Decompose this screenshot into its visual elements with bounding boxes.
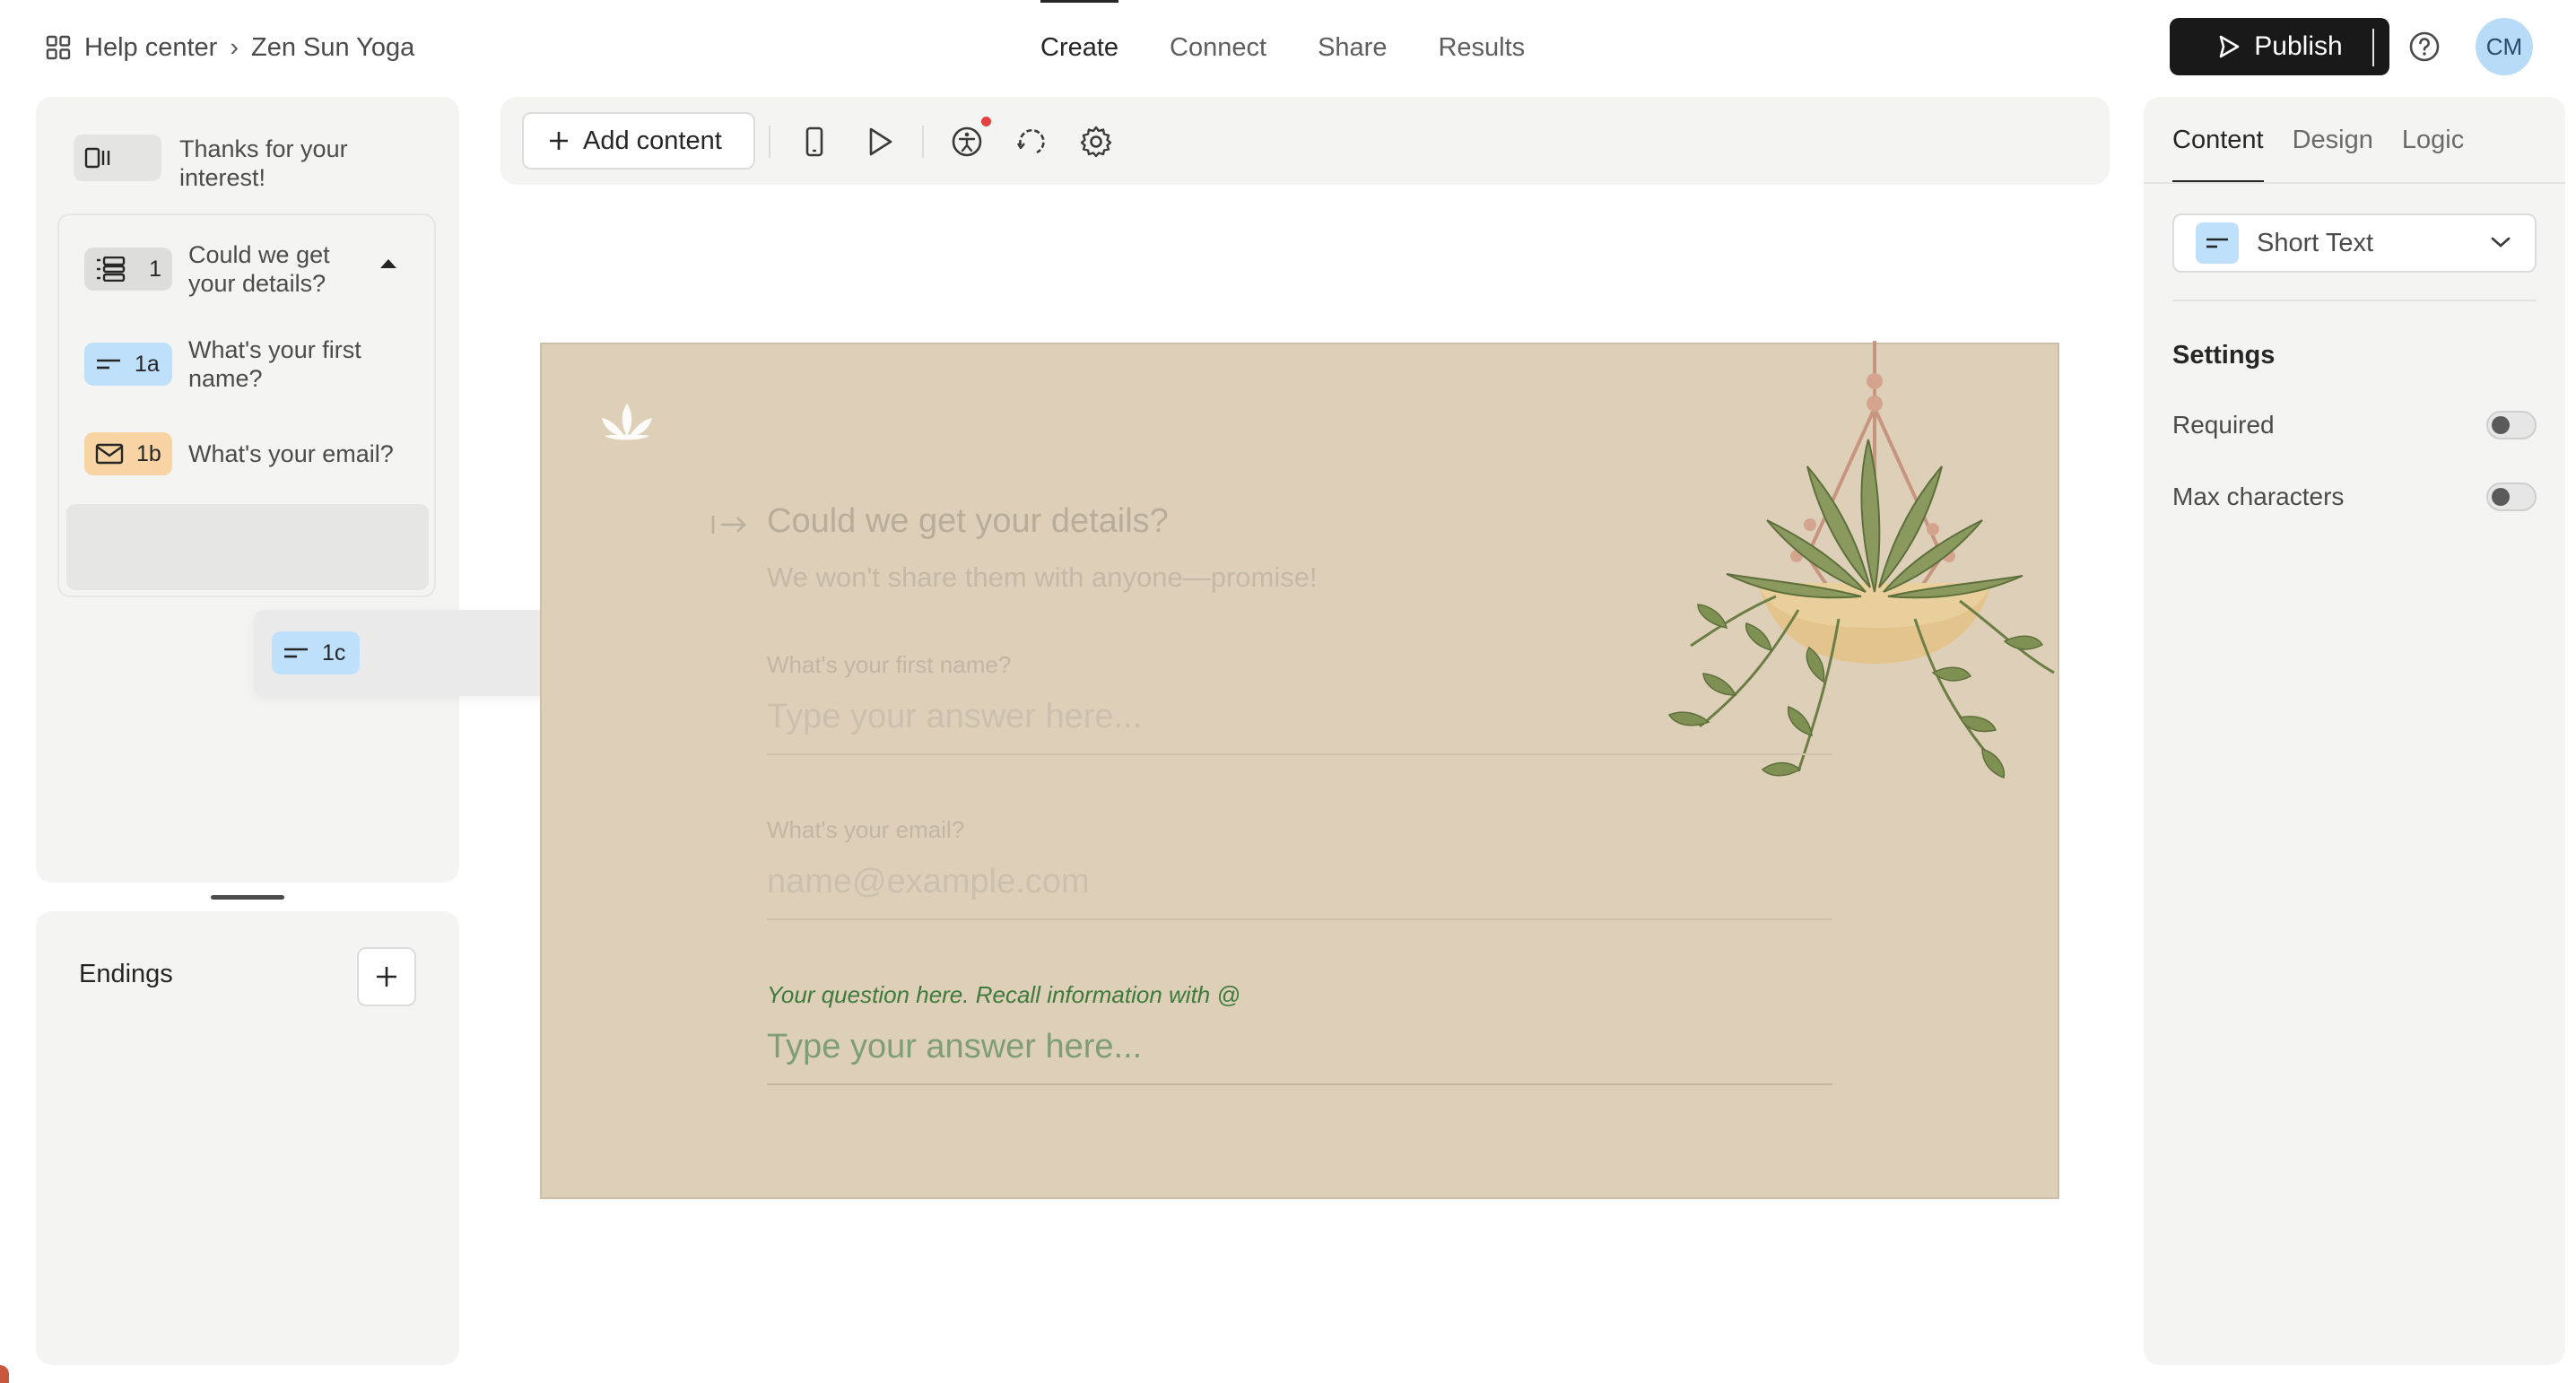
question-number: 1b: [136, 440, 161, 466]
max-characters-label: Max characters: [2172, 483, 2345, 510]
email-field[interactable]: name@example.com: [767, 863, 1090, 901]
window-corner-accent: [0, 1365, 9, 1383]
short-text-icon: [283, 644, 309, 662]
question-label: What's your first name?: [188, 336, 361, 392]
tab-results[interactable]: Results: [1438, 0, 1525, 95]
collapse-caret-icon[interactable]: [379, 257, 398, 269]
settings-divider: [2172, 300, 2537, 301]
question-item-email[interactable]: 1b What's your email?: [84, 432, 394, 475]
form-group-title: Could we get your details?: [767, 502, 1169, 540]
tab-connect[interactable]: Connect: [1170, 0, 1266, 95]
header-divider: [2372, 29, 2374, 66]
form-group-subtitle: We won't share them with anyone—promise!: [767, 561, 1318, 593]
plus-icon: [547, 129, 570, 152]
question-arrow-icon: [710, 511, 750, 538]
tab-share[interactable]: Share: [1318, 0, 1387, 95]
breadcrumb-current[interactable]: Zen Sun Yoga: [251, 33, 414, 63]
loop-icon[interactable]: [1014, 124, 1049, 160]
lotus-logo: [599, 402, 655, 443]
toolbar-divider: [769, 126, 770, 158]
help-circle-icon[interactable]: [2406, 29, 2442, 65]
short-text-icon: [2196, 222, 2239, 264]
question-label: What's your email?: [188, 440, 394, 467]
settings-tabs: Content Design Logic: [2172, 97, 2464, 183]
question-type-value: Short Text: [2257, 228, 2374, 257]
tabs-divider: [2144, 182, 2565, 184]
chevron-down-icon: [2490, 235, 2511, 249]
endings-title: Endings: [79, 960, 173, 988]
tab-content[interactable]: Content: [2172, 97, 2264, 183]
hanging-plant-illustration: [1664, 341, 2058, 807]
add-ending-button[interactable]: [357, 947, 416, 1006]
tab-design[interactable]: Design: [2293, 97, 2373, 183]
top-nav: Create Connect Share Results: [1040, 0, 1525, 95]
welcome-screen-icon: [84, 146, 113, 170]
group-badge: 1: [84, 248, 172, 291]
tab-create[interactable]: Create: [1040, 0, 1119, 95]
question-group-icon: [95, 257, 127, 282]
question-settings-panel: [2144, 97, 2565, 1365]
breadcrumb: Help center › Zen Sun Yoga: [45, 27, 414, 68]
notification-dot: [981, 117, 991, 126]
panel-resize-handle[interactable]: [211, 895, 284, 900]
breadcrumb-separator: ›: [230, 32, 239, 62]
settings-gear-icon[interactable]: [1078, 124, 1114, 160]
first-name-label: What's your first name?: [767, 651, 1012, 678]
new-question-answer-field[interactable]: Type your answer here...: [767, 1028, 1142, 1066]
grid-icon[interactable]: [45, 34, 72, 61]
add-content-label: Add content: [583, 126, 722, 155]
email-underline: [767, 918, 1832, 920]
tab-logic[interactable]: Logic: [2402, 97, 2464, 183]
mobile-preview-icon[interactable]: [796, 124, 832, 160]
question-item-first-name[interactable]: 1a What's your first name?: [84, 335, 395, 393]
required-toggle[interactable]: [2486, 411, 2537, 439]
question-type-select[interactable]: Short Text: [2172, 213, 2537, 273]
short-text-badge: 1a: [84, 343, 172, 386]
email-badge: 1b: [84, 432, 172, 475]
required-label: Required: [2172, 411, 2275, 439]
question-number: 1a: [135, 351, 160, 377]
send-icon: [2216, 34, 2241, 59]
email-label: What's your email?: [767, 816, 965, 843]
welcome-screen-item[interactable]: Thanks for your interest!: [74, 135, 450, 192]
breadcrumb-parent-link[interactable]: Help center: [84, 33, 217, 63]
short-text-icon: [95, 355, 122, 373]
welcome-badge: [74, 135, 161, 181]
email-envelope-icon: [95, 443, 124, 465]
short-text-badge: 1c: [272, 631, 360, 674]
welcome-label: Thanks for your interest!: [179, 135, 348, 191]
new-question-title-input[interactable]: Your question here. Recall information w…: [767, 981, 1240, 1009]
plus-icon: [375, 965, 398, 988]
publish-button[interactable]: Publish: [2170, 18, 2389, 75]
accessibility-icon[interactable]: [949, 124, 985, 160]
drop-placeholder[interactable]: [66, 504, 429, 590]
question-number: 1c: [322, 639, 346, 665]
new-question-underline: [767, 1083, 1832, 1085]
max-characters-setting: Max characters: [2172, 483, 2537, 511]
group-number: 1: [149, 256, 161, 282]
required-setting: Required: [2172, 411, 2537, 439]
group-label: Could we get your details?: [188, 241, 330, 297]
publish-label: Publish: [2254, 31, 2343, 61]
settings-title: Settings: [2172, 341, 2276, 370]
first-name-underline: [767, 753, 1832, 755]
first-name-field[interactable]: Type your answer here...: [767, 698, 1142, 736]
play-icon[interactable]: [861, 124, 897, 160]
avatar[interactable]: CM: [2476, 18, 2533, 75]
question-group-item[interactable]: 1 Could we get your details?: [84, 240, 368, 298]
max-characters-toggle[interactable]: [2486, 483, 2537, 511]
add-content-button[interactable]: Add content: [522, 112, 755, 170]
toolbar-divider: [922, 126, 924, 158]
